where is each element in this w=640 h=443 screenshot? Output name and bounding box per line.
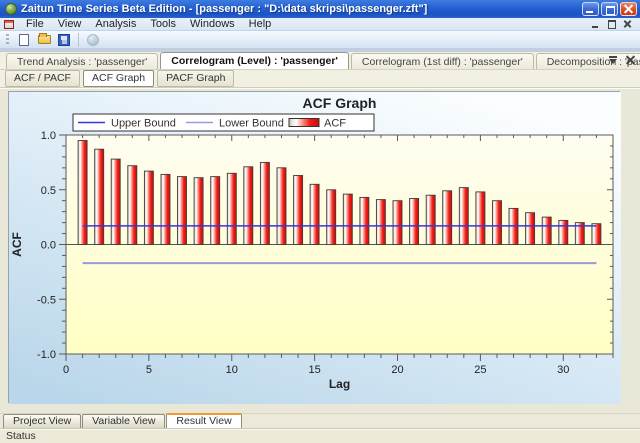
toolbar-separator xyxy=(78,33,79,47)
toolbar-grip xyxy=(6,34,9,46)
tab-list-dropdown-icon[interactable] xyxy=(609,56,617,64)
save-button[interactable] xyxy=(54,32,74,48)
close-button[interactable] xyxy=(620,2,637,16)
title-bar: Zaitun Time Series Beta Edition - [passe… xyxy=(0,0,640,18)
document-tab-strip: Trend Analysis : 'passenger' Correlogram… xyxy=(0,52,640,70)
app-window: Zaitun Time Series Beta Edition - [passe… xyxy=(0,0,640,443)
view-tab-strip: Project View Variable View Result View xyxy=(0,413,640,428)
svg-text:0: 0 xyxy=(63,364,69,376)
web-button-disabled xyxy=(83,32,103,48)
tab-acf-graph[interactable]: ACF Graph xyxy=(83,70,154,87)
menu-item-view[interactable]: View xyxy=(51,18,89,31)
mdi-restore-icon[interactable] xyxy=(607,20,616,28)
open-folder-icon xyxy=(38,35,51,44)
menu-item-tools[interactable]: Tools xyxy=(143,18,183,31)
minimize-button[interactable] xyxy=(582,2,599,16)
menu-item-help[interactable]: Help xyxy=(242,18,279,31)
status-text: Status xyxy=(6,430,36,442)
svg-text:-0.5: -0.5 xyxy=(37,294,56,306)
acf-graph-chart: -1.0 -0.5 0.0 0.5 1.0 0 5 10 15 20 25 30 ACF Graph AC… xyxy=(9,92,621,404)
restore-button[interactable] xyxy=(601,2,618,16)
svg-text:ACF: ACF xyxy=(10,232,24,257)
svg-text:0.0: 0.0 xyxy=(41,240,56,252)
svg-text:ACF: ACF xyxy=(324,118,346,130)
svg-text:Lower Bound: Lower Bound xyxy=(219,118,284,130)
tab-result-view[interactable]: Result View xyxy=(166,413,241,428)
open-button[interactable] xyxy=(34,32,54,48)
svg-text:Upper Bound: Upper Bound xyxy=(111,118,176,130)
svg-text:0.5: 0.5 xyxy=(41,185,56,197)
mdi-close-icon[interactable] xyxy=(623,20,632,28)
menu-bar: File View Analysis Tools Windows Help xyxy=(0,18,640,31)
svg-text:Lag: Lag xyxy=(329,377,350,391)
tab-correlogram-1st-diff[interactable]: Correlogram (1st diff) : 'passenger' xyxy=(351,53,534,69)
acf-chart-figure: -1.0 -0.5 0.0 0.5 1.0 0 5 10 15 20 25 30 ACF Graph AC… xyxy=(8,91,620,403)
svg-text:30: 30 xyxy=(557,364,569,376)
tab-trend-analysis[interactable]: Trend Analysis : 'passenger' xyxy=(6,53,158,69)
globe-icon xyxy=(87,34,99,46)
toolbar xyxy=(0,31,640,49)
status-bar: Status xyxy=(0,428,640,443)
svg-text:5: 5 xyxy=(146,364,152,376)
save-floppy-icon xyxy=(58,34,70,46)
tab-project-view[interactable]: Project View xyxy=(3,414,81,428)
tab-correlogram-level[interactable]: Correlogram (Level) : 'passenger' xyxy=(160,52,349,69)
new-document-icon xyxy=(19,34,29,46)
window-title: Zaitun Time Series Beta Edition - [passe… xyxy=(21,3,582,15)
sub-tab-strip: ACF / PACF ACF Graph PACF Graph xyxy=(0,70,640,88)
svg-text:ACF Graph: ACF Graph xyxy=(303,95,377,111)
svg-text:-1.0: -1.0 xyxy=(37,349,56,361)
app-logo-icon xyxy=(5,3,17,15)
result-content-area: -1.0 -0.5 0.0 0.5 1.0 0 5 10 15 20 25 30 ACF Graph AC… xyxy=(0,88,640,413)
menu-item-analysis[interactable]: Analysis xyxy=(88,18,143,31)
svg-text:20: 20 xyxy=(391,364,403,376)
svg-text:15: 15 xyxy=(309,364,321,376)
tab-variable-view[interactable]: Variable View xyxy=(82,414,165,428)
tab-close-icon[interactable] xyxy=(626,55,635,64)
svg-text:10: 10 xyxy=(226,364,238,376)
svg-text:25: 25 xyxy=(474,364,486,376)
new-button[interactable] xyxy=(14,32,34,48)
tab-pacf-graph[interactable]: PACF Graph xyxy=(157,70,234,87)
svg-text:1.0: 1.0 xyxy=(41,130,56,142)
tab-acf-pacf[interactable]: ACF / PACF xyxy=(5,70,80,87)
menu-item-file[interactable]: File xyxy=(19,18,51,31)
mdi-document-icon xyxy=(4,20,14,29)
mdi-minimize-icon[interactable] xyxy=(591,20,600,28)
menu-item-windows[interactable]: Windows xyxy=(183,18,242,31)
